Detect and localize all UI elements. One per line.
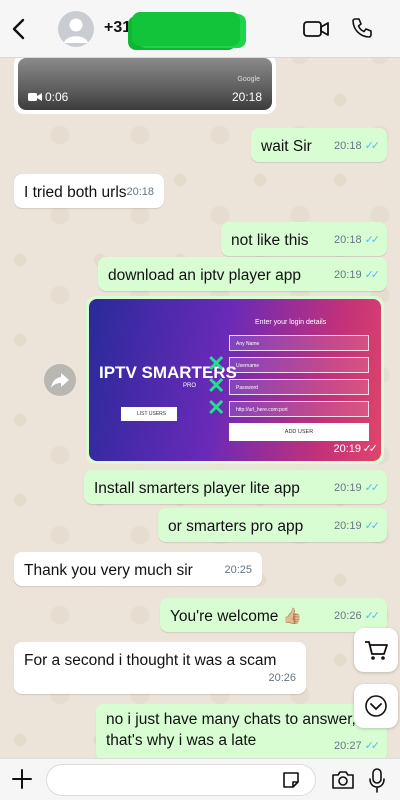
message-text: download an iptv player app <box>108 267 302 284</box>
message-incoming[interactable]: Thank you very much sir 20:25 <box>14 552 262 586</box>
message-outgoing[interactable]: download an iptv player app 20:19 ✓✓ <box>98 257 387 291</box>
promo-heading: Enter your login details <box>255 319 327 326</box>
video-watermark: Google <box>237 76 260 83</box>
video-message[interactable]: Google 0:06 20:18 <box>14 58 276 114</box>
message-text: For a second i thought it was a scam <box>24 652 277 669</box>
read-ticks-icon: ✓✓ <box>364 520 381 532</box>
message-time: 20:27 ✓✓ <box>334 740 381 752</box>
scroll-down-button[interactable] <box>354 684 398 728</box>
message-time: 20:19 ✓✓ <box>334 269 381 281</box>
message-text: You're welcome 👍🏼 <box>170 608 302 625</box>
message-time: 20:19 ✓✓ <box>334 482 381 494</box>
message-time: 20:19 ✓✓ <box>334 520 381 532</box>
promo-field-username: Username <box>229 357 369 373</box>
read-ticks-icon: ✓✓ <box>364 234 381 246</box>
message-list[interactable]: Google 0:06 20:18 wait Sir 20:18 ✓✓ I tri… <box>0 58 400 758</box>
message-text: not like this <box>231 232 309 249</box>
message-incoming[interactable]: For a second i thought it was a scam 20:… <box>14 642 306 694</box>
message-time: 20:18 <box>231 90 262 104</box>
forward-icon <box>51 373 69 388</box>
promo-field-url: http://url_here.com:port <box>229 401 369 417</box>
iptv-smarters-screenshot[interactable]: Enter your login details Any Name Userna… <box>89 299 381 461</box>
avatar[interactable] <box>58 11 94 47</box>
voice-call-icon[interactable] <box>350 16 374 40</box>
message-text: Thank you very much sir <box>24 562 193 579</box>
message-outgoing[interactable]: no i just have many chats to answer, tha… <box>96 704 387 758</box>
back-icon[interactable] <box>8 15 32 43</box>
promo-add-user: ADD USER <box>229 423 369 441</box>
message-outgoing[interactable]: You're welcome 👍🏼 20:26 ✓✓ <box>160 598 387 632</box>
message-input[interactable] <box>46 764 316 796</box>
message-time: 20:26 <box>268 672 296 684</box>
catalog-button[interactable] <box>354 628 398 672</box>
chat-header: +31 <box>0 0 400 58</box>
read-ticks-icon: ✓✓ <box>364 269 381 281</box>
read-ticks-icon: ✓✓ <box>364 482 381 494</box>
message-text: or smarters pro app <box>168 518 304 535</box>
message-outgoing[interactable]: wait Sir 20:18 ✓✓ <box>251 128 387 162</box>
read-ticks-icon: ✓✓ <box>364 740 381 752</box>
video-call-icon[interactable] <box>302 19 330 39</box>
composer-bar <box>0 758 400 800</box>
message-incoming[interactable]: I tried both urls 20:18 <box>14 174 164 208</box>
video-thumbnail[interactable]: Google 0:06 20:18 <box>18 58 272 110</box>
promo-pro: PRO <box>183 383 197 389</box>
green-x-mark: ✕ <box>207 395 226 420</box>
contact-name[interactable]: +31 <box>104 19 131 37</box>
chevron-down-icon <box>365 695 387 717</box>
message-outgoing[interactable]: or smarters pro app 20:19 ✓✓ <box>158 508 387 542</box>
read-ticks-icon: ✓✓ <box>362 443 379 455</box>
promo-field-password: Password <box>229 379 369 395</box>
image-message[interactable]: Enter your login details Any Name Userna… <box>86 296 384 464</box>
message-text-line: that's why i was a late <box>106 732 257 749</box>
sticker-icon[interactable] <box>280 769 302 791</box>
video-duration: 0:06 <box>45 90 69 104</box>
message-text-line: no i just have many chats to answer, <box>106 711 356 728</box>
cart-icon <box>365 641 388 660</box>
message-time: 20:26 ✓✓ <box>334 610 381 622</box>
message-text: I tried both urls <box>24 184 127 201</box>
default-avatar-icon <box>64 18 88 43</box>
plus-icon[interactable] <box>10 767 34 791</box>
message-outgoing[interactable]: Install smarters player lite app 20:19 ✓✓ <box>84 470 387 504</box>
promo-field-name: Any Name <box>229 335 369 351</box>
read-ticks-icon: ✓✓ <box>364 610 381 622</box>
microphone-icon[interactable] <box>368 766 386 794</box>
video-camera-icon <box>28 93 42 101</box>
message-text: wait Sir <box>261 138 312 155</box>
forward-button[interactable] <box>44 364 76 396</box>
message-time: 20:25 <box>224 564 252 576</box>
message-outgoing[interactable]: not like this 20:18 ✓✓ <box>221 222 387 256</box>
read-ticks-icon: ✓✓ <box>364 140 381 152</box>
message-time: 20:18 <box>126 186 154 198</box>
message-time: 20:18 ✓✓ <box>334 140 381 152</box>
redaction-mark <box>132 12 240 46</box>
promo-list-users: LIST USERS <box>121 407 177 421</box>
camera-icon[interactable] <box>330 768 356 792</box>
message-text: Install smarters player lite app <box>94 480 300 497</box>
message-time: 20:19 <box>333 443 361 455</box>
message-time: 20:18 ✓✓ <box>334 234 381 246</box>
